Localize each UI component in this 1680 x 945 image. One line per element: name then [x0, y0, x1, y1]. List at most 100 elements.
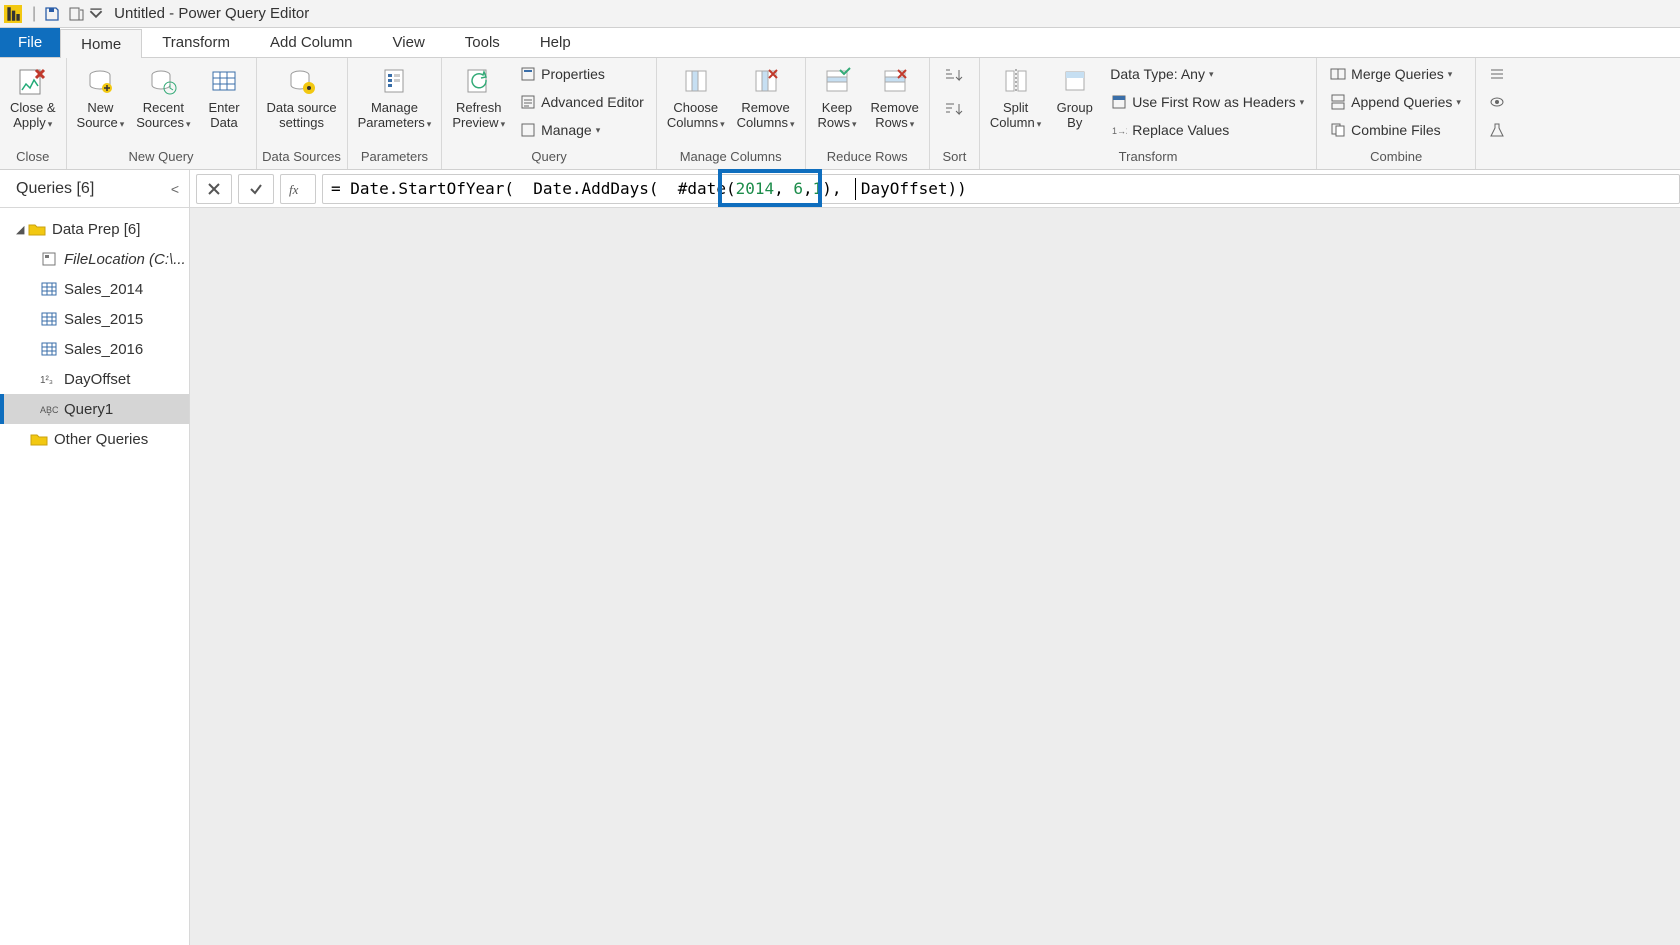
- group-by-button[interactable]: Group By: [1047, 60, 1102, 132]
- ribbon-group-combine: Merge Queries▾ Append Queries▾ Combine F…: [1317, 58, 1476, 169]
- choose-columns-icon: [679, 64, 713, 98]
- first-row-headers-label: Use First Row as Headers: [1132, 94, 1295, 110]
- advanced-editor-button[interactable]: Advanced Editor: [515, 90, 648, 114]
- queries-panel-header: Queries [6] <: [0, 170, 190, 207]
- sidebar-item-label: FileLocation (C:\...: [64, 251, 186, 268]
- ribbon-group-parameters: Manage Parameters▾ Parameters: [348, 58, 443, 169]
- data-source-settings-icon: [285, 64, 319, 98]
- ai-btn1[interactable]: [1484, 62, 1514, 86]
- preview-area: [190, 208, 1680, 945]
- tree-expand-icon: ◢: [16, 223, 26, 236]
- sidebar-item-sales2015[interactable]: Sales_2015: [0, 304, 189, 334]
- qat-dropdown-icon[interactable]: [89, 3, 103, 25]
- manage-query-icon: [519, 121, 537, 139]
- new-source-button[interactable]: New Source▾: [71, 60, 131, 134]
- first-row-headers-icon: [1110, 93, 1128, 111]
- tab-view[interactable]: View: [373, 28, 445, 57]
- remove-rows-button[interactable]: Remove Rows▾: [865, 60, 925, 134]
- manage-query-button[interactable]: Manage▾: [515, 118, 648, 142]
- collapse-queries-icon[interactable]: <: [171, 181, 179, 197]
- enter-data-button[interactable]: Enter Data: [197, 60, 252, 132]
- sidebar-group-other-label: Other Queries: [54, 431, 148, 448]
- ai-btn3[interactable]: [1484, 118, 1514, 142]
- ribbon-group-datasources: Data source settings Data Sources: [257, 58, 348, 169]
- sidebar-group-label: Data Prep [6]: [52, 221, 140, 238]
- refresh-preview-icon: [462, 64, 496, 98]
- manage-query-label: Manage: [541, 122, 592, 138]
- svg-text:1²₃: 1²₃: [40, 375, 53, 386]
- formula-bar: fx = Date.StartOfYear( Date.AddDays( #da…: [190, 174, 1680, 204]
- formula-commit-button[interactable]: [238, 174, 274, 204]
- lines-icon: [1488, 65, 1506, 83]
- sidebar-item-filelocation[interactable]: FileLocation (C:\...: [0, 244, 189, 274]
- ribbon: Close & Apply▾ Close New Source▾ Recent …: [0, 58, 1680, 170]
- split-column-label: Split Column: [990, 100, 1035, 130]
- sidebar-item-sales2016[interactable]: Sales_2016: [0, 334, 189, 364]
- ribbon-group-newquery: New Source▾ Recent Sources▾ Enter Data N…: [67, 58, 257, 169]
- ai-btn2[interactable]: [1484, 90, 1514, 114]
- sidebar-item-query1[interactable]: AB͓C Query1: [0, 394, 189, 424]
- combine-files-label: Combine Files: [1351, 122, 1440, 138]
- recent-sources-label: Recent Sources: [136, 100, 184, 130]
- tab-addcolumn[interactable]: Add Column: [250, 28, 373, 57]
- data-source-settings-label: Data source settings: [267, 100, 337, 130]
- properties-label: Properties: [541, 66, 605, 82]
- sidebar-item-label: Query1: [64, 401, 113, 418]
- sidebar-group-other[interactable]: Other Queries: [0, 424, 189, 454]
- tab-file[interactable]: File: [0, 28, 60, 57]
- tab-home[interactable]: Home: [60, 29, 142, 58]
- refresh-preview-label: Refresh Preview: [452, 100, 501, 130]
- split-column-button[interactable]: Split Column▾: [984, 60, 1047, 134]
- svg-text:1→2: 1→2: [1112, 126, 1127, 136]
- enter-data-icon: [207, 64, 241, 98]
- formula-num2: 6: [793, 179, 803, 198]
- ribbon-group-sort-label: Sort: [934, 149, 975, 169]
- data-source-settings-button[interactable]: Data source settings: [261, 60, 343, 132]
- formula-sep2: ,: [803, 179, 813, 198]
- qat-options-icon[interactable]: [65, 3, 87, 25]
- close-apply-button[interactable]: Close & Apply▾: [4, 60, 62, 134]
- formula-num3: 1: [813, 179, 823, 198]
- table-icon: [40, 281, 58, 297]
- properties-icon: [519, 65, 537, 83]
- merge-queries-label: Merge Queries: [1351, 66, 1444, 82]
- sidebar-item-sales2014[interactable]: Sales_2014: [0, 274, 189, 304]
- tab-tools[interactable]: Tools: [445, 28, 520, 57]
- tab-help[interactable]: Help: [520, 28, 591, 57]
- formula-num1: 2014: [736, 179, 775, 198]
- formula-input[interactable]: = Date.StartOfYear( Date.AddDays( #date(…: [322, 174, 1680, 204]
- sidebar-item-label: DayOffset: [64, 371, 130, 388]
- first-row-headers-button[interactable]: Use First Row as Headers▾: [1106, 90, 1308, 114]
- recent-sources-button[interactable]: Recent Sources▾: [130, 60, 196, 134]
- properties-button[interactable]: Properties: [515, 62, 648, 86]
- replace-values-button[interactable]: 1→2Replace Values: [1106, 118, 1308, 142]
- sidebar-item-label: Sales_2016: [64, 341, 143, 358]
- sidebar-item-dayoffset[interactable]: 1²₃ DayOffset: [0, 364, 189, 394]
- formula-cancel-button[interactable]: [196, 174, 232, 204]
- combine-files-button[interactable]: Combine Files: [1325, 118, 1467, 142]
- table-icon: [40, 311, 58, 327]
- data-type-button[interactable]: Data Type: Any▾: [1106, 62, 1308, 86]
- remove-columns-label: Remove Columns: [737, 100, 790, 130]
- replace-values-icon: 1→2: [1110, 121, 1128, 139]
- folder-icon: [30, 431, 48, 447]
- parameter-icon: [40, 251, 58, 267]
- ribbon-group-reducerows-label: Reduce Rows: [810, 149, 925, 169]
- manage-parameters-button[interactable]: Manage Parameters▾: [352, 60, 438, 134]
- eye-icon: [1488, 93, 1506, 111]
- append-queries-button[interactable]: Append Queries▾: [1325, 90, 1467, 114]
- choose-columns-button[interactable]: Choose Columns▾: [661, 60, 731, 134]
- merge-queries-button[interactable]: Merge Queries▾: [1325, 62, 1467, 86]
- sidebar-group-dataprep[interactable]: ◢ Data Prep [6]: [0, 214, 189, 244]
- remove-columns-button[interactable]: Remove Columns▾: [731, 60, 801, 134]
- refresh-preview-button[interactable]: Refresh Preview▾: [446, 60, 511, 134]
- keep-rows-button[interactable]: Keep Rows▾: [810, 60, 865, 134]
- queries-sidebar: ◢ Data Prep [6] FileLocation (C:\... Sal…: [0, 208, 190, 945]
- tab-transform[interactable]: Transform: [142, 28, 250, 57]
- formula-fx-button[interactable]: fx: [280, 174, 316, 204]
- close-apply-icon: [16, 64, 50, 98]
- sort-desc-button[interactable]: [938, 96, 968, 126]
- sort-asc-button[interactable]: [938, 62, 968, 92]
- svg-text:fx: fx: [289, 182, 299, 197]
- save-icon[interactable]: [41, 3, 63, 25]
